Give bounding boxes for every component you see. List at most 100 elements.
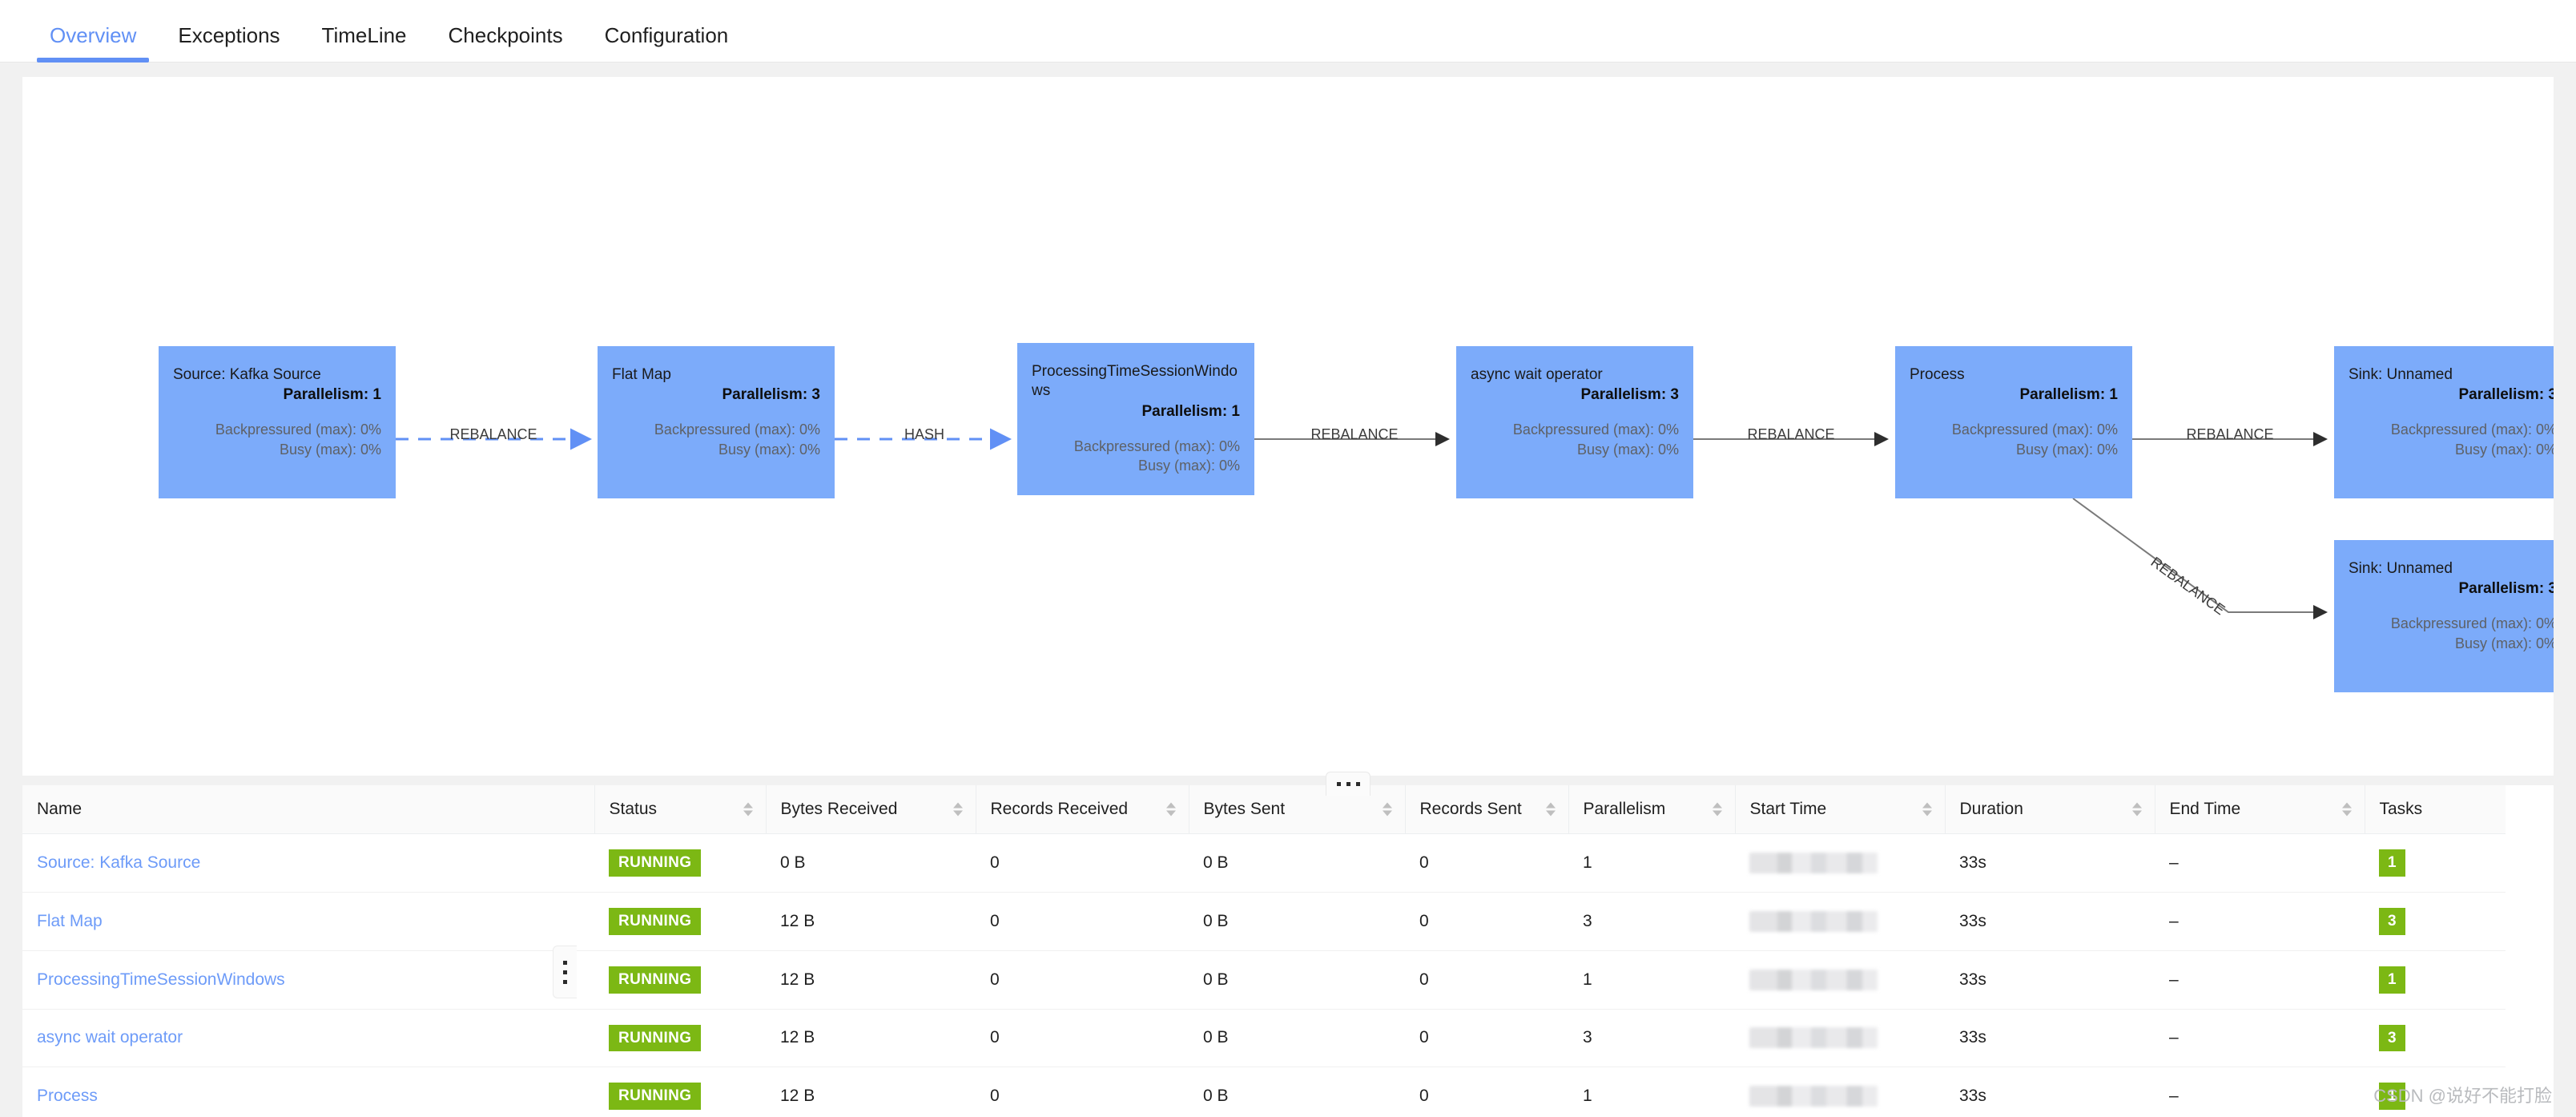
cell-status: RUNNING xyxy=(594,950,766,1010)
column-header-label: End Time xyxy=(2169,800,2241,818)
node-busy: Busy (max): 0% xyxy=(2015,441,2118,458)
graph-edge-label-1: HASH xyxy=(904,426,944,442)
node-metrics: Backpressured (max): 0% Busy (max): 0% xyxy=(173,420,381,459)
column-resize-handle-vertical[interactable] xyxy=(553,946,577,998)
cell-end-time: – xyxy=(2155,1067,2365,1117)
cell-status: RUNNING xyxy=(594,1067,766,1117)
column-header-duration[interactable]: Duration xyxy=(1944,785,2155,834)
node-busy: Busy (max): 0% xyxy=(1137,457,1240,474)
node-backpressured: Backpressured (max): 0% xyxy=(2390,421,2554,438)
column-header-label: Tasks xyxy=(2379,800,2423,818)
graph-node-2[interactable]: Flat Map Parallelism: 3 Backpressured (max… xyxy=(598,346,835,498)
cell-parallelism: 3 xyxy=(1568,1009,1735,1068)
column-header-status[interactable]: Status xyxy=(594,785,766,834)
cell-bytes-received: 0 B xyxy=(766,833,976,893)
redacted-value xyxy=(1749,1086,1878,1107)
column-header-parallelism[interactable]: Parallelism xyxy=(1568,785,1735,834)
table-row: Flat Map RUNNING 12 B00 B 0 3 33s –3 xyxy=(22,892,2506,951)
cell-start-time xyxy=(1735,1067,1945,1117)
column-header-bytes-received[interactable]: Bytes Received xyxy=(765,785,976,834)
node-metrics: Backpressured (max): 0% Busy (max): 0% xyxy=(612,420,820,459)
node-title: Sink: Unnamed xyxy=(2349,366,2453,383)
tab-checkpoints[interactable]: Checkpoints xyxy=(428,25,584,62)
sort-toggle-icon[interactable] xyxy=(1382,802,1392,817)
job-graph-panel: REBALANCE HASH REBALANCE REBALANCE REBALANCE… xyxy=(22,77,2554,776)
table-row: Source: Kafka Source RUNNING 0 B00 B 0 1 33s –… xyxy=(22,833,2506,893)
vertex-link[interactable]: ProcessingTimeSessionWindows xyxy=(37,970,285,989)
cell-tasks: 1 xyxy=(2365,950,2506,1010)
node-parallelism: Parallelism: 1 xyxy=(283,386,381,404)
column-header-end-time[interactable]: End Time xyxy=(2154,785,2365,834)
tasks-badge: 3 xyxy=(2379,1024,2405,1052)
tab-exceptions[interactable]: Exceptions xyxy=(157,25,300,62)
cell-bytes-sent: 0 B xyxy=(1189,892,1405,951)
cell-bytes-sent: 0 B xyxy=(1189,1009,1405,1068)
column-header-bytes-sent[interactable]: Bytes Sent xyxy=(1188,785,1405,834)
cell-status: RUNNING xyxy=(594,1009,766,1068)
cell-start-time xyxy=(1735,833,1945,893)
node-parallelism: Parallelism: 1 xyxy=(1141,402,1240,420)
column-header-label: Records Received xyxy=(990,800,1129,818)
node-backpressured: Backpressured (max): 0% xyxy=(1073,438,1240,454)
panel-resize-handle-horizontal[interactable] xyxy=(1326,772,1371,796)
redacted-value xyxy=(1749,969,1878,990)
tab-overview[interactable]: Overview xyxy=(29,25,157,63)
sort-toggle-icon[interactable] xyxy=(1165,802,1176,817)
table-body: Source: Kafka Source RUNNING 0 B00 B 0 1 33s –… xyxy=(22,833,2506,1117)
column-header-records-sent[interactable]: Records Sent xyxy=(1404,785,1568,834)
tab-configuration[interactable]: Configuration xyxy=(584,25,750,62)
tab-timeline[interactable]: TimeLine xyxy=(301,25,428,62)
node-backpressured: Backpressured (max): 0% xyxy=(1951,421,2118,438)
column-header-label: Name xyxy=(37,800,83,818)
sort-toggle-icon[interactable] xyxy=(1712,802,1722,817)
graph-node-1[interactable]: Source: Kafka Source Parallelism: 1 Backpr… xyxy=(159,346,396,498)
sort-toggle-icon[interactable] xyxy=(2131,802,2142,817)
cell-start-time xyxy=(1735,1009,1945,1068)
column-header-label: Records Sent xyxy=(1419,800,1522,818)
sort-toggle-icon[interactable] xyxy=(2341,802,2352,817)
node-title: Flat Map xyxy=(612,366,671,383)
cell-start-time xyxy=(1735,950,1945,1010)
sort-toggle-icon[interactable] xyxy=(1922,802,1932,817)
redacted-value xyxy=(1749,910,1878,932)
cell-end-time: – xyxy=(2155,892,2365,951)
cell-name: Source: Kafka Source xyxy=(22,833,594,893)
handle-dot xyxy=(563,970,567,974)
node-busy: Busy (max): 0% xyxy=(2454,441,2554,458)
status-badge: RUNNING xyxy=(609,1083,702,1111)
handle-dot xyxy=(1346,782,1350,786)
graph-node-4[interactable]: async wait operator Parallelism: 3 Backpre… xyxy=(1456,346,1693,498)
cell-tasks: 3 xyxy=(2365,1009,2506,1068)
column-header-records-received[interactable]: Records Received xyxy=(975,785,1189,834)
cell-start-time xyxy=(1735,892,1945,951)
cell-tasks: 1 xyxy=(2365,833,2506,893)
sort-toggle-icon[interactable] xyxy=(1545,802,1556,817)
column-header-start-time[interactable]: Start Time xyxy=(1734,785,1945,834)
vertex-link[interactable]: Source: Kafka Source xyxy=(37,853,200,872)
node-title: ProcessingTimeSessionWindows xyxy=(1032,363,1238,400)
status-badge: RUNNING xyxy=(609,1024,702,1052)
graph-node-6[interactable]: Sink: Unnamed Parallelism: 3 Backpressured… xyxy=(2334,346,2554,498)
cell-records-sent: 0 xyxy=(1405,833,1568,893)
redacted-value xyxy=(1749,852,1878,873)
vertex-link[interactable]: Process xyxy=(37,1087,98,1105)
vertex-link[interactable]: Flat Map xyxy=(37,912,103,930)
cell-end-time: – xyxy=(2155,950,2365,1010)
sort-toggle-icon[interactable] xyxy=(952,802,963,817)
sort-toggle-icon[interactable] xyxy=(743,802,753,817)
cell-records-sent: 0 xyxy=(1405,892,1568,951)
cell-bytes-sent: 0 B xyxy=(1189,950,1405,1010)
cell-duration: 33s xyxy=(1945,892,2155,951)
graph-node-3[interactable]: ProcessingTimeSessionWindows Parallelism:… xyxy=(1017,343,1254,495)
graph-node-7[interactable]: Sink: Unnamed Parallelism: 3 Backpressured… xyxy=(2334,540,2554,692)
graph-edge-label-4: REBALANCE xyxy=(2186,426,2273,442)
graph-node-5[interactable]: Process Parallelism: 1 Backpressured (max)… xyxy=(1895,346,2132,498)
vertex-link[interactable]: async wait operator xyxy=(37,1028,183,1046)
cell-parallelism: 1 xyxy=(1568,1067,1735,1117)
cell-duration: 33s xyxy=(1945,1009,2155,1068)
cell-records-sent: 0 xyxy=(1405,1067,1568,1117)
column-header-label: Start Time xyxy=(1749,800,1827,818)
handle-dot xyxy=(563,960,567,965)
cell-records-received: 0 xyxy=(976,892,1189,951)
node-parallelism: Parallelism: 1 xyxy=(2019,386,2118,404)
